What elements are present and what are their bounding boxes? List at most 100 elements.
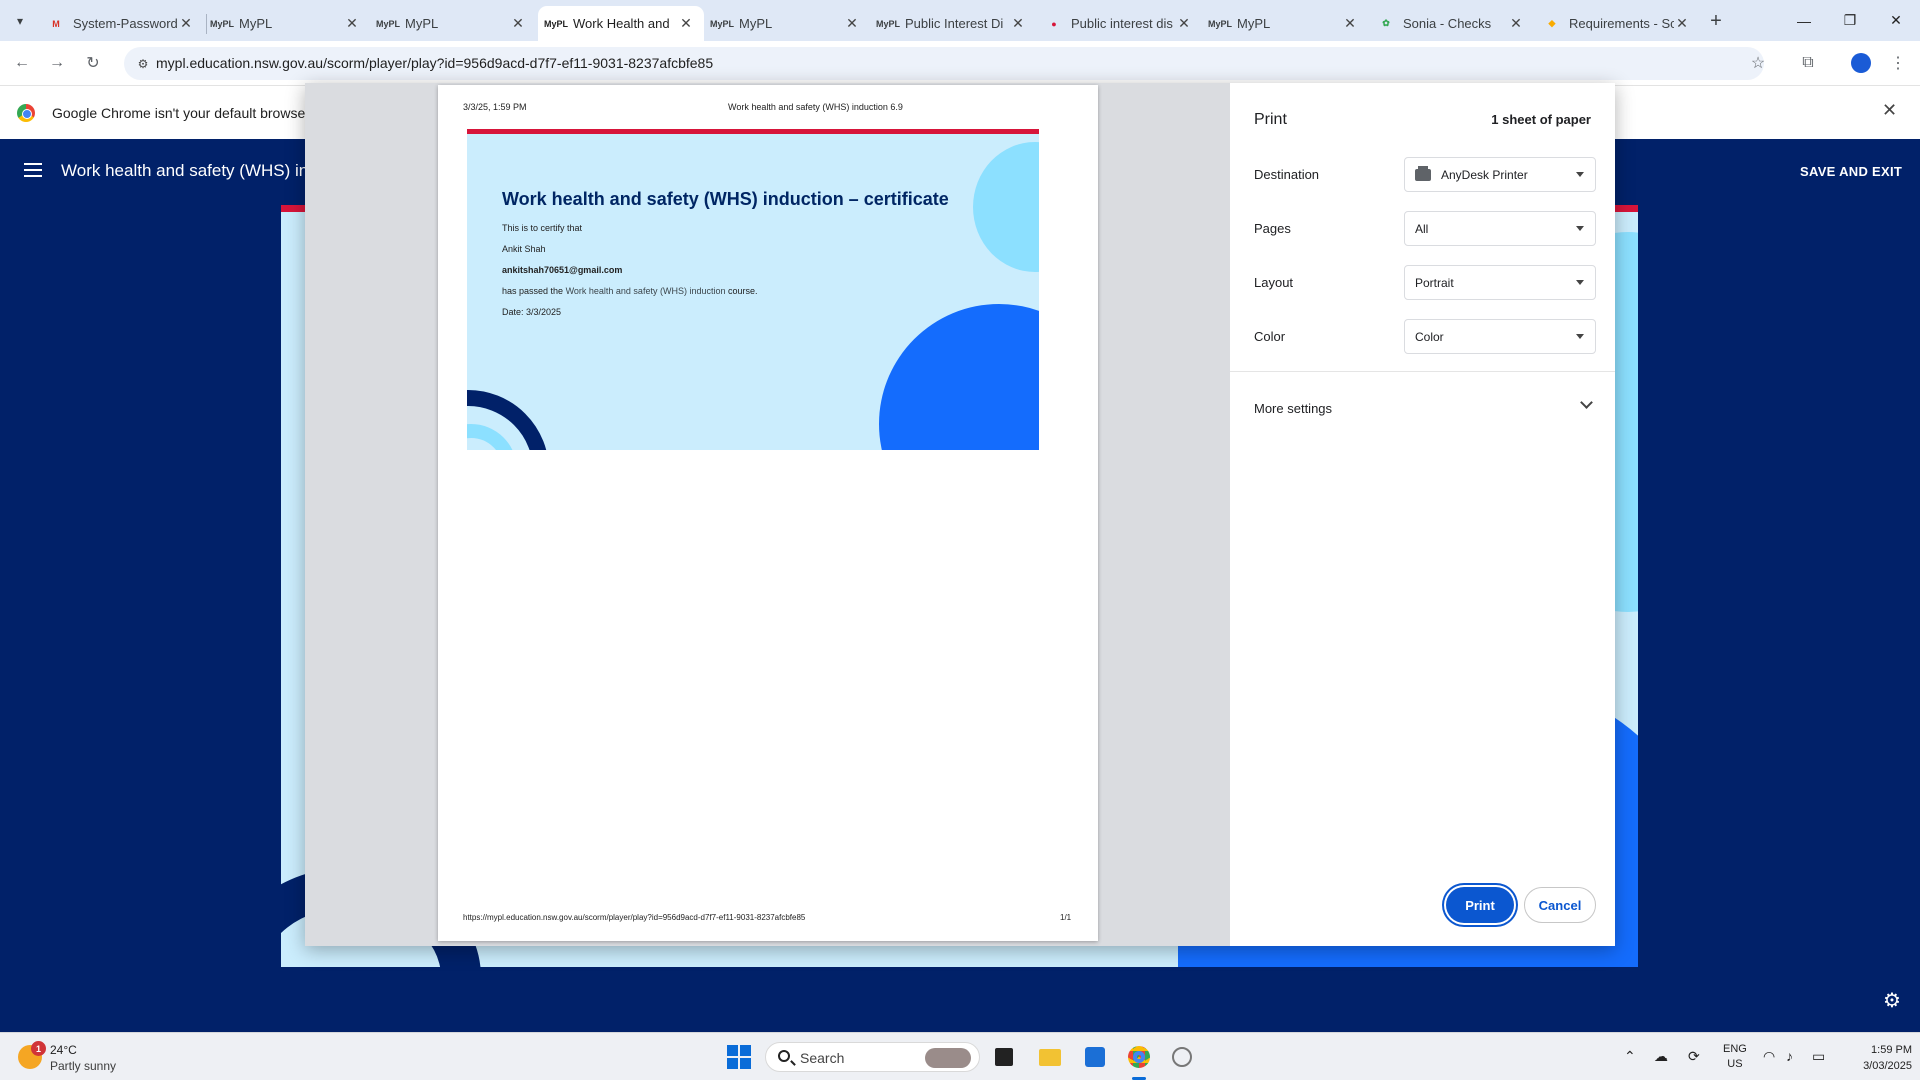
sync-icon[interactable]: ⟳ [1688, 1048, 1700, 1065]
new-tab-button[interactable]: + [1703, 8, 1729, 34]
divider [1230, 371, 1615, 372]
site-info-icon[interactable]: ⚙ [134, 55, 152, 73]
close-tab-icon[interactable]: ✕ [510, 15, 526, 32]
layout-select[interactable]: Portrait [1404, 265, 1596, 300]
certificate: Work health and safety (WHS) induction –… [467, 129, 1039, 450]
infobar-close-icon[interactable]: ✕ [1882, 100, 1897, 121]
leaf-icon: ✿ [1382, 18, 1390, 28]
language-indicator[interactable]: ENG US [1723, 1042, 1747, 1072]
close-tab-icon[interactable]: ✕ [1342, 15, 1358, 32]
task-view-icon[interactable] [990, 1043, 1018, 1071]
tab-sonia-checks[interactable]: ✿ Sonia - Checks ✕ [1368, 6, 1534, 41]
close-window-icon[interactable]: ✕ [1873, 0, 1919, 41]
chrome-logo-icon [17, 104, 35, 122]
onedrive-icon[interactable]: ☁ [1654, 1048, 1668, 1065]
tab-public-interest-2[interactable]: ● Public interest dis ✕ [1036, 6, 1202, 41]
profile-avatar-icon[interactable] [1849, 51, 1873, 75]
tab-mypl-1[interactable]: MyPL MyPL ✕ [204, 6, 370, 41]
reload-icon[interactable]: ↻ [81, 51, 105, 75]
page-header-date: 3/3/25, 1:59 PM [463, 102, 527, 112]
tab-system-password[interactable]: M System-Password ✕ [38, 6, 204, 41]
anydesk-icon[interactable] [1168, 1043, 1196, 1071]
tab-requirements[interactable]: ◆ Requirements - Sc ✕ [1534, 6, 1700, 41]
browser-toolbar: ← → ↻ ⚙ mypl.education.nsw.gov.au/scorm/… [0, 41, 1920, 85]
notification-badge: 1 [31, 1041, 46, 1056]
minimize-icon[interactable]: — [1781, 0, 1827, 41]
microsoft-store-icon[interactable] [1081, 1043, 1109, 1071]
infobar-message: Google Chrome isn't your default browser [52, 105, 310, 121]
shield-icon: ◆ [1548, 18, 1556, 28]
print-dialog: 3/3/25, 1:59 PM Work health and safety (… [305, 83, 1615, 946]
dropdown-caret-icon [1576, 226, 1584, 231]
save-and-exit-button[interactable]: SAVE AND EXIT [1800, 164, 1902, 179]
page-number: 1/1 [1060, 913, 1072, 922]
dropdown-caret-icon [1576, 334, 1584, 339]
close-tab-icon[interactable]: ✕ [678, 15, 694, 32]
menu-icon[interactable] [24, 163, 42, 177]
cancel-button[interactable]: Cancel [1524, 887, 1596, 923]
nsw-icon: ● [1051, 18, 1057, 29]
volume-icon[interactable]: ♪ [1786, 1048, 1793, 1064]
tab-mypl-3[interactable]: MyPL MyPL ✕ [704, 6, 870, 41]
gmail-icon: M [52, 18, 60, 29]
tab-search-icon[interactable]: ▾ [7, 8, 33, 34]
back-icon[interactable]: ← [10, 51, 34, 75]
chevron-down-icon[interactable] [1580, 396, 1593, 409]
search-highlight-image [925, 1048, 971, 1068]
pages-select[interactable]: All [1404, 211, 1596, 246]
passed-statement: has passed the Work health and safety (W… [502, 286, 758, 296]
more-settings-toggle[interactable]: More settings [1254, 401, 1332, 416]
color-label: Color [1254, 329, 1286, 344]
destination-label: Destination [1254, 167, 1320, 182]
tab-work-health[interactable]: MyPL Work Health and ✕ [538, 6, 704, 41]
certificate-title: Work health and safety (WHS) induction –… [502, 189, 949, 209]
print-button[interactable]: Print [1446, 887, 1514, 923]
extensions-icon[interactable]: ⧉ [1796, 51, 1820, 75]
close-tab-icon[interactable]: ✕ [844, 15, 860, 32]
page-header-title: Work health and safety (WHS) induction 6… [728, 102, 903, 112]
forward-icon[interactable]: → [45, 51, 69, 75]
dropdown-caret-icon [1576, 172, 1584, 177]
chrome-taskbar-icon[interactable] [1125, 1043, 1153, 1071]
close-tab-icon[interactable]: ✕ [1010, 15, 1026, 32]
tab-mypl-4[interactable]: MyPL MyPL ✕ [1202, 6, 1368, 41]
mypl-icon: MyPL [210, 18, 235, 29]
tab-strip: ▾ M System-Password ✕ MyPL MyPL ✕ MyPL M… [0, 0, 1920, 41]
close-tab-icon[interactable]: ✕ [344, 15, 360, 32]
wifi-icon[interactable]: ◠ [1763, 1048, 1775, 1065]
tab-public-interest-1[interactable]: MyPL Public Interest Di ✕ [870, 6, 1036, 41]
page-footer-url: https://mypl.education.nsw.gov.au/scorm/… [463, 913, 806, 922]
windows-taskbar: 1 24°C Partly sunny Search ⌃ ☁ ⟳ ENG US … [0, 1032, 1920, 1080]
mypl-icon: MyPL [376, 18, 401, 29]
close-tab-icon[interactable]: ✕ [178, 15, 194, 32]
color-select[interactable]: Color [1404, 319, 1596, 354]
bookmark-star-icon[interactable]: ☆ [1746, 51, 1770, 75]
show-hidden-icons-icon[interactable]: ⌃ [1624, 1048, 1636, 1065]
mypl-icon: MyPL [1208, 18, 1233, 29]
close-tab-icon[interactable]: ✕ [1508, 15, 1524, 32]
battery-icon[interactable]: ▭ [1812, 1048, 1825, 1065]
decor-shape [879, 304, 1039, 450]
address-bar[interactable]: ⚙ mypl.education.nsw.gov.au/scorm/player… [124, 47, 1764, 80]
restore-icon[interactable]: ❐ [1827, 0, 1873, 41]
windows-start-icon[interactable] [727, 1045, 751, 1069]
tab-mypl-2[interactable]: MyPL MyPL ✕ [370, 6, 536, 41]
certify-text: This is to certify that [502, 223, 583, 233]
destination-select[interactable]: AnyDesk Printer [1404, 157, 1596, 192]
taskbar-search[interactable]: Search [765, 1042, 980, 1072]
mypl-icon: MyPL [544, 18, 569, 29]
system-clock[interactable]: 1:59 PM 3/03/2025 [1862, 1042, 1912, 1074]
url-text[interactable]: mypl.education.nsw.gov.au/scorm/player/p… [156, 55, 713, 71]
close-tab-icon[interactable]: ✕ [1674, 15, 1690, 32]
file-explorer-icon[interactable] [1036, 1043, 1064, 1071]
search-icon [778, 1050, 790, 1062]
sheet-count: 1 sheet of paper [1491, 112, 1591, 127]
chrome-menu-icon[interactable]: ⋮ [1886, 51, 1910, 75]
pages-label: Pages [1254, 221, 1291, 236]
gear-icon[interactable]: ⚙ [1883, 988, 1901, 1013]
weather-condition[interactable]: Partly sunny [50, 1059, 116, 1073]
weather-temperature[interactable]: 24°C [50, 1043, 77, 1057]
close-tab-icon[interactable]: ✕ [1176, 15, 1192, 32]
preview-page: 3/3/25, 1:59 PM Work health and safety (… [438, 85, 1098, 941]
recipient-email: ankitshah70651@gmail.com [502, 265, 623, 275]
